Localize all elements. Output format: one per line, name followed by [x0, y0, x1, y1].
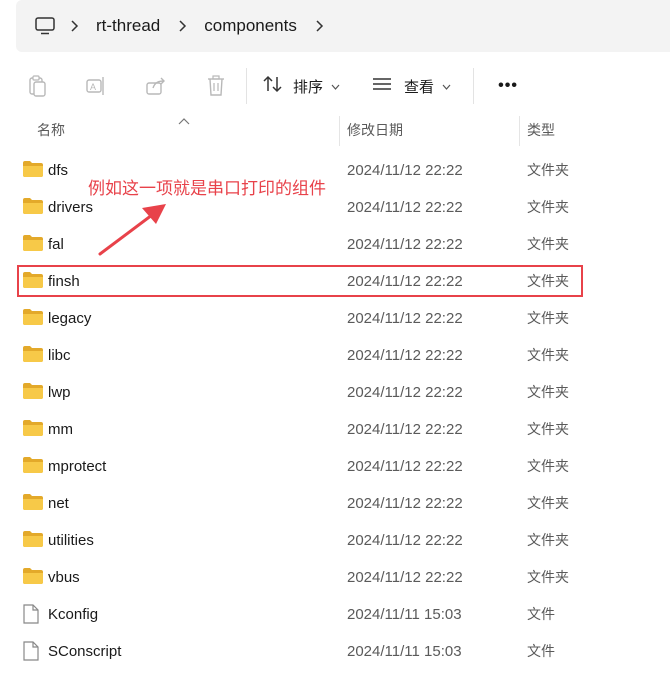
more-options-button[interactable]: •••: [488, 66, 528, 106]
file-row[interactable]: lwp 2024/11/12 22:22 文件夹: [0, 374, 670, 411]
breadcrumb-rt-thread[interactable]: rt-thread: [92, 12, 164, 40]
view-label: 查看: [404, 78, 435, 96]
file-row[interactable]: Kconfig 2024/11/11 15:03 文件: [0, 596, 670, 633]
file-name[interactable]: legacy: [48, 300, 91, 337]
column-header-row: 名称 修改日期 类型: [0, 112, 670, 148]
toolbar-divider: [473, 68, 475, 104]
file-row[interactable]: fal 2024/11/12 22:22 文件夹: [0, 226, 670, 263]
file-type: 文件夹: [527, 458, 569, 474]
file-row[interactable]: net 2024/11/12 22:22 文件夹: [0, 485, 670, 522]
file-row[interactable]: utilities 2024/11/12 22:22 文件夹: [0, 522, 670, 559]
sort-ascending-icon: [178, 112, 190, 130]
file-date: 2024/11/12 22:22: [347, 458, 463, 475]
view-button[interactable]: 查看: [362, 66, 461, 106]
file-date: 2024/11/12 22:22: [347, 162, 463, 179]
folder-icon: [22, 419, 44, 439]
file-type: 文件夹: [527, 384, 569, 400]
file-name[interactable]: mm: [48, 411, 73, 448]
folder-icon: [22, 160, 44, 180]
folder-icon: [22, 234, 44, 254]
file-type: 文件夹: [527, 569, 569, 585]
folder-icon: [22, 382, 44, 402]
chevron-right-icon[interactable]: [170, 14, 194, 38]
file-row[interactable]: mprotect 2024/11/12 22:22 文件夹: [0, 448, 670, 485]
sort-button[interactable]: 排序: [253, 66, 350, 106]
folder-icon: [22, 197, 44, 217]
file-date: 2024/11/12 22:22: [347, 310, 463, 327]
file-type: 文件夹: [527, 495, 569, 511]
file-date: 2024/11/11 15:03: [347, 643, 462, 660]
file-date: 2024/11/12 22:22: [347, 569, 463, 586]
breadcrumb-components[interactable]: components: [200, 12, 301, 40]
file-type: 文件夹: [527, 310, 569, 326]
delete-icon[interactable]: [196, 66, 236, 106]
column-divider[interactable]: [519, 116, 520, 146]
svg-text:A: A: [90, 82, 96, 92]
file-icon: [22, 641, 44, 661]
file-date: 2024/11/12 22:22: [347, 421, 463, 438]
file-row[interactable]: legacy 2024/11/12 22:22 文件夹: [0, 300, 670, 337]
file-name[interactable]: drivers: [48, 189, 93, 226]
folder-icon: [22, 456, 44, 476]
file-name[interactable]: lwp: [48, 374, 71, 411]
file-row[interactable]: vbus 2024/11/12 22:22 文件夹: [0, 559, 670, 596]
chevron-down-icon: [442, 77, 451, 95]
file-name[interactable]: Kconfig: [48, 596, 98, 633]
highlight-box: [17, 265, 583, 297]
file-date: 2024/11/12 22:22: [347, 384, 463, 401]
file-type: 文件夹: [527, 236, 569, 252]
folder-icon: [22, 345, 44, 365]
file-name[interactable]: SConscript: [48, 633, 121, 670]
view-icon: [372, 77, 392, 96]
file-name[interactable]: dfs: [48, 152, 68, 189]
file-type: 文件夹: [527, 532, 569, 548]
file-name[interactable]: vbus: [48, 559, 80, 596]
file-name[interactable]: utilities: [48, 522, 94, 559]
file-row[interactable]: mm 2024/11/12 22:22 文件夹: [0, 411, 670, 448]
column-divider[interactable]: [339, 116, 340, 146]
file-type: 文件: [527, 606, 555, 622]
file-type: 文件: [527, 643, 555, 659]
share-icon[interactable]: [136, 66, 176, 106]
file-date: 2024/11/12 22:22: [347, 236, 463, 253]
file-type: 文件夹: [527, 199, 569, 215]
file-type: 文件夹: [527, 421, 569, 437]
paste-icon[interactable]: [18, 66, 58, 106]
rename-icon[interactable]: A: [76, 66, 116, 106]
annotation-text: 例如这一项就是串口打印的组件: [88, 179, 326, 198]
column-header-type[interactable]: 类型: [527, 112, 555, 148]
folder-icon: [22, 567, 44, 587]
toolbar-divider: [246, 68, 247, 104]
file-date: 2024/11/11 15:03: [347, 606, 462, 623]
column-header-name[interactable]: 名称: [37, 112, 65, 148]
file-date: 2024/11/12 22:22: [347, 347, 463, 364]
file-type: 文件夹: [527, 162, 569, 178]
file-name[interactable]: mprotect: [48, 448, 106, 485]
address-bar[interactable]: rt-thread components: [16, 0, 670, 52]
command-bar: A 排序 查看 •••: [0, 62, 670, 110]
file-name[interactable]: fal: [48, 226, 64, 263]
chevron-right-icon[interactable]: [62, 14, 86, 38]
file-date: 2024/11/12 22:22: [347, 495, 463, 512]
file-icon: [22, 604, 44, 624]
sort-icon: [263, 75, 283, 98]
file-date: 2024/11/12 22:22: [347, 532, 463, 549]
column-header-date[interactable]: 修改日期: [347, 112, 403, 148]
chevron-down-icon: [331, 77, 340, 95]
folder-icon: [22, 530, 44, 550]
file-row[interactable]: libc 2024/11/12 22:22 文件夹: [0, 337, 670, 374]
file-type: 文件夹: [527, 347, 569, 363]
file-name[interactable]: net: [48, 485, 69, 522]
file-date: 2024/11/12 22:22: [347, 199, 463, 216]
computer-icon[interactable]: [34, 15, 56, 37]
sort-label: 排序: [293, 78, 324, 96]
file-row[interactable]: SConscript 2024/11/11 15:03 文件: [0, 633, 670, 670]
folder-icon: [22, 308, 44, 328]
chevron-right-icon[interactable]: [307, 14, 331, 38]
file-name[interactable]: libc: [48, 337, 71, 374]
folder-icon: [22, 493, 44, 513]
